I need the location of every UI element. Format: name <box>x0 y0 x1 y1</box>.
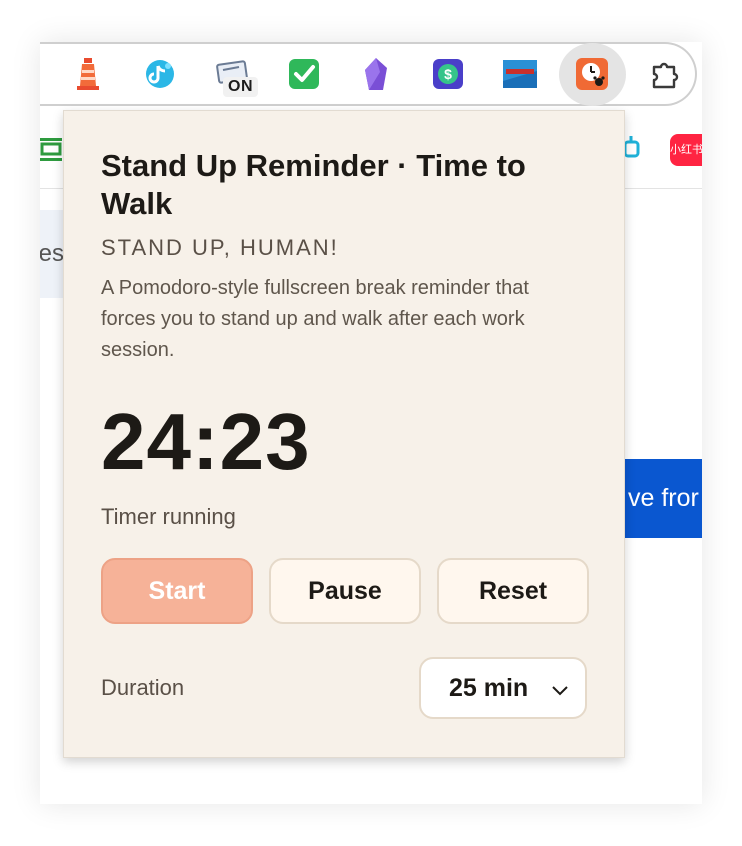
pause-button[interactable]: Pause <box>269 558 421 624</box>
checkmark-icon[interactable] <box>282 52 326 96</box>
timer-controls: Start Pause Reset <box>101 558 589 624</box>
duration-label: Duration <box>101 675 185 700</box>
xiaohongshu-bookmark[interactable]: 小红书 <box>670 134 702 166</box>
tiktok-icon[interactable] <box>138 52 182 96</box>
reset-button[interactable]: Reset <box>437 558 589 624</box>
lighthouse-icon[interactable] <box>66 52 110 96</box>
bookmark-icon[interactable] <box>40 132 62 164</box>
extension-popup: Stand Up Reminder · Time to Walk STAND U… <box>63 110 625 758</box>
duration-row: Duration 25 min <box>101 657 587 719</box>
duration-select[interactable]: 25 min <box>419 657 587 719</box>
background-side-text: es <box>40 210 64 298</box>
background-cta-label: ve fror <box>628 484 699 512</box>
timer-display: 24:23 <box>101 397 311 486</box>
on-badge: ON <box>223 77 258 97</box>
puzzle-icon[interactable] <box>643 52 687 96</box>
timer-status: Timer running <box>101 504 236 529</box>
bookmark-icon[interactable] <box>622 132 642 164</box>
flag-icon[interactable] <box>498 52 542 96</box>
popup-title: Stand Up Reminder · Time to Walk <box>101 148 526 221</box>
duration-value: 25 min <box>449 673 529 702</box>
svg-text:$: $ <box>444 66 452 82</box>
chevron-down-icon <box>551 674 569 703</box>
stand-up-reminder-icon[interactable] <box>570 52 614 96</box>
dollar-icon[interactable]: $ <box>426 52 470 96</box>
background-cta-button[interactable]: ve fror <box>624 459 702 538</box>
crystal-icon[interactable] <box>354 52 398 96</box>
start-button[interactable]: Start <box>101 558 253 624</box>
popup-description: A Pomodoro-style fullscreen break remind… <box>101 277 529 361</box>
popup-subtitle: STAND UP, HUMAN! <box>101 235 339 260</box>
